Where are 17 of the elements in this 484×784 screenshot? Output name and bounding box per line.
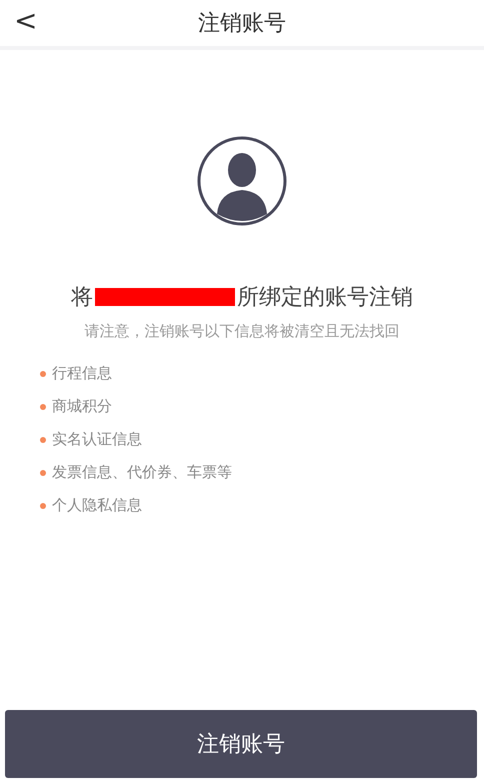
heading-text: 将 [71, 284, 93, 312]
bullet-icon [40, 436, 46, 442]
info-item: 商城积分 [52, 396, 112, 417]
info-item: 实名认证信息 [52, 429, 142, 450]
bullet-icon [40, 502, 46, 508]
notice-text: 请注意，注销账号以下信息将被清空且无法找回 [84, 322, 400, 341]
info-item: 行程信息 [52, 363, 112, 384]
bullet-icon [40, 370, 46, 376]
user-avatar-icon [197, 136, 287, 226]
bullet-icon [40, 404, 46, 410]
info-item: 个人隐私信息 [52, 495, 142, 516]
bullet-icon [40, 470, 46, 476]
page-title: 注销账号 [197, 10, 287, 38]
back-button[interactable]: < [0, 4, 38, 42]
heading-text: 所绑定的账号注销 [237, 284, 413, 312]
info-item: 发票信息、代价券、车票等 [52, 462, 232, 483]
cancel-account-button[interactable]: 注销账号 [5, 710, 477, 778]
